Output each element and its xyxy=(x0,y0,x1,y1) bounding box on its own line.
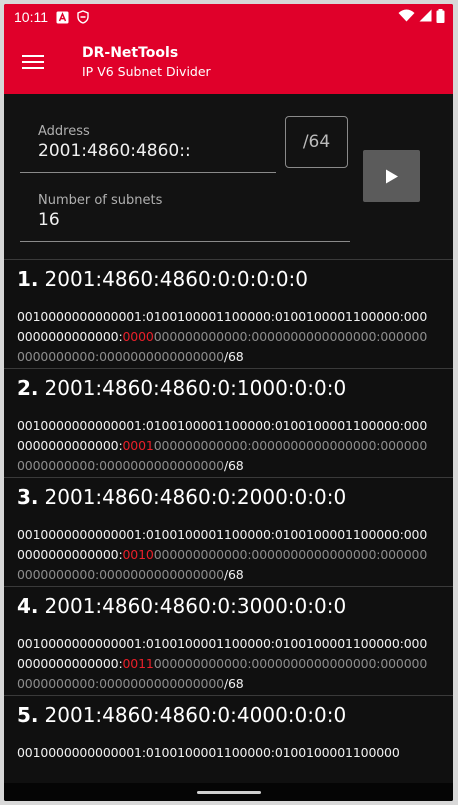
status-bar: 10:11 xyxy=(4,4,453,30)
list-item[interactable]: 3. 2001:4860:4860:0:2000:0:0:0 001000000… xyxy=(4,478,453,587)
network-bits: 0010000000000001:0100100001100000:010010… xyxy=(17,745,400,760)
item-number: 4. xyxy=(17,594,39,618)
item-number: 2. xyxy=(17,376,39,400)
item-number: 5. xyxy=(17,703,39,727)
battery-icon xyxy=(436,8,445,26)
subnet-results-list[interactable]: 1. 2001:4860:4860:0:0:0:0:0 001000000000… xyxy=(4,260,453,801)
prefix-length: /68 xyxy=(223,458,244,473)
prefix-length: /68 xyxy=(223,676,244,691)
subnet-bits: 0011 xyxy=(122,656,154,671)
notification-a-icon xyxy=(56,11,69,24)
app-title: DR-NetTools xyxy=(82,45,179,61)
run-button[interactable] xyxy=(363,150,420,202)
address-label: Address xyxy=(38,124,90,139)
app-subtitle: IP V6 Subnet Divider xyxy=(82,64,211,79)
address-underline xyxy=(20,172,276,173)
prefix-length-field[interactable]: /64 xyxy=(285,116,348,168)
subnet-address: 2001:4860:4860:0:1000:0:0:0 xyxy=(44,376,347,400)
subnet-address: 2001:4860:4860:0:2000:0:0:0 xyxy=(44,485,347,509)
input-form: Address 2001:4860:4860:: /64 Number of s… xyxy=(4,94,453,260)
status-time: 10:11 xyxy=(14,9,48,25)
binary-address: 0010000000000001:0100100001100000:010010… xyxy=(17,525,431,585)
play-icon xyxy=(385,169,398,183)
item-number: 1. xyxy=(17,267,39,291)
signal-icon xyxy=(419,9,432,25)
item-number: 3. xyxy=(17,485,39,509)
prefix-length: /68 xyxy=(223,349,244,364)
hamburger-menu-icon[interactable] xyxy=(4,30,62,94)
address-input[interactable]: 2001:4860:4860:: xyxy=(20,141,276,161)
subnet-address: 2001:4860:4860:0:4000:0:0:0 xyxy=(44,703,347,727)
binary-address: 0010000000000001:0100100001100000:010010… xyxy=(17,743,431,763)
subnets-field[interactable]: Number of subnets 16 xyxy=(20,193,350,242)
subnet-bits: 0001 xyxy=(122,438,154,453)
prefix-length: /68 xyxy=(223,567,244,582)
vpn-shield-icon xyxy=(77,10,89,24)
subnet-address: 2001:4860:4860:0:3000:0:0:0 xyxy=(44,594,347,618)
app-bar: DR-NetTools IP V6 Subnet Divider xyxy=(4,30,453,94)
list-item[interactable]: 1. 2001:4860:4860:0:0:0:0:0 001000000000… xyxy=(4,260,453,369)
address-field[interactable]: Address 2001:4860:4860:: xyxy=(20,124,276,173)
binary-address: 0010000000000001:0100100001100000:010010… xyxy=(17,416,431,476)
list-item[interactable]: 4. 2001:4860:4860:0:3000:0:0:0 001000000… xyxy=(4,587,453,696)
subnet-bits: 0000 xyxy=(122,329,154,344)
binary-address: 0010000000000001:0100100001100000:010010… xyxy=(17,634,431,694)
subnets-underline xyxy=(20,241,350,242)
subnets-input[interactable]: 16 xyxy=(20,210,350,230)
navigation-bar xyxy=(4,783,453,801)
subnets-label: Number of subnets xyxy=(38,193,163,208)
binary-address: 0010000000000001:0100100001100000:010010… xyxy=(17,307,431,367)
phone-screen: 10:11 DR-NetTools IP V6 Subnet Divider A… xyxy=(4,4,453,801)
list-item[interactable]: 2. 2001:4860:4860:0:1000:0:0:0 001000000… xyxy=(4,369,453,478)
wifi-icon xyxy=(398,9,415,25)
home-gesture-handle[interactable] xyxy=(196,790,261,794)
subnet-address: 2001:4860:4860:0:0:0:0:0 xyxy=(44,267,309,291)
subnet-bits: 0010 xyxy=(122,547,154,562)
